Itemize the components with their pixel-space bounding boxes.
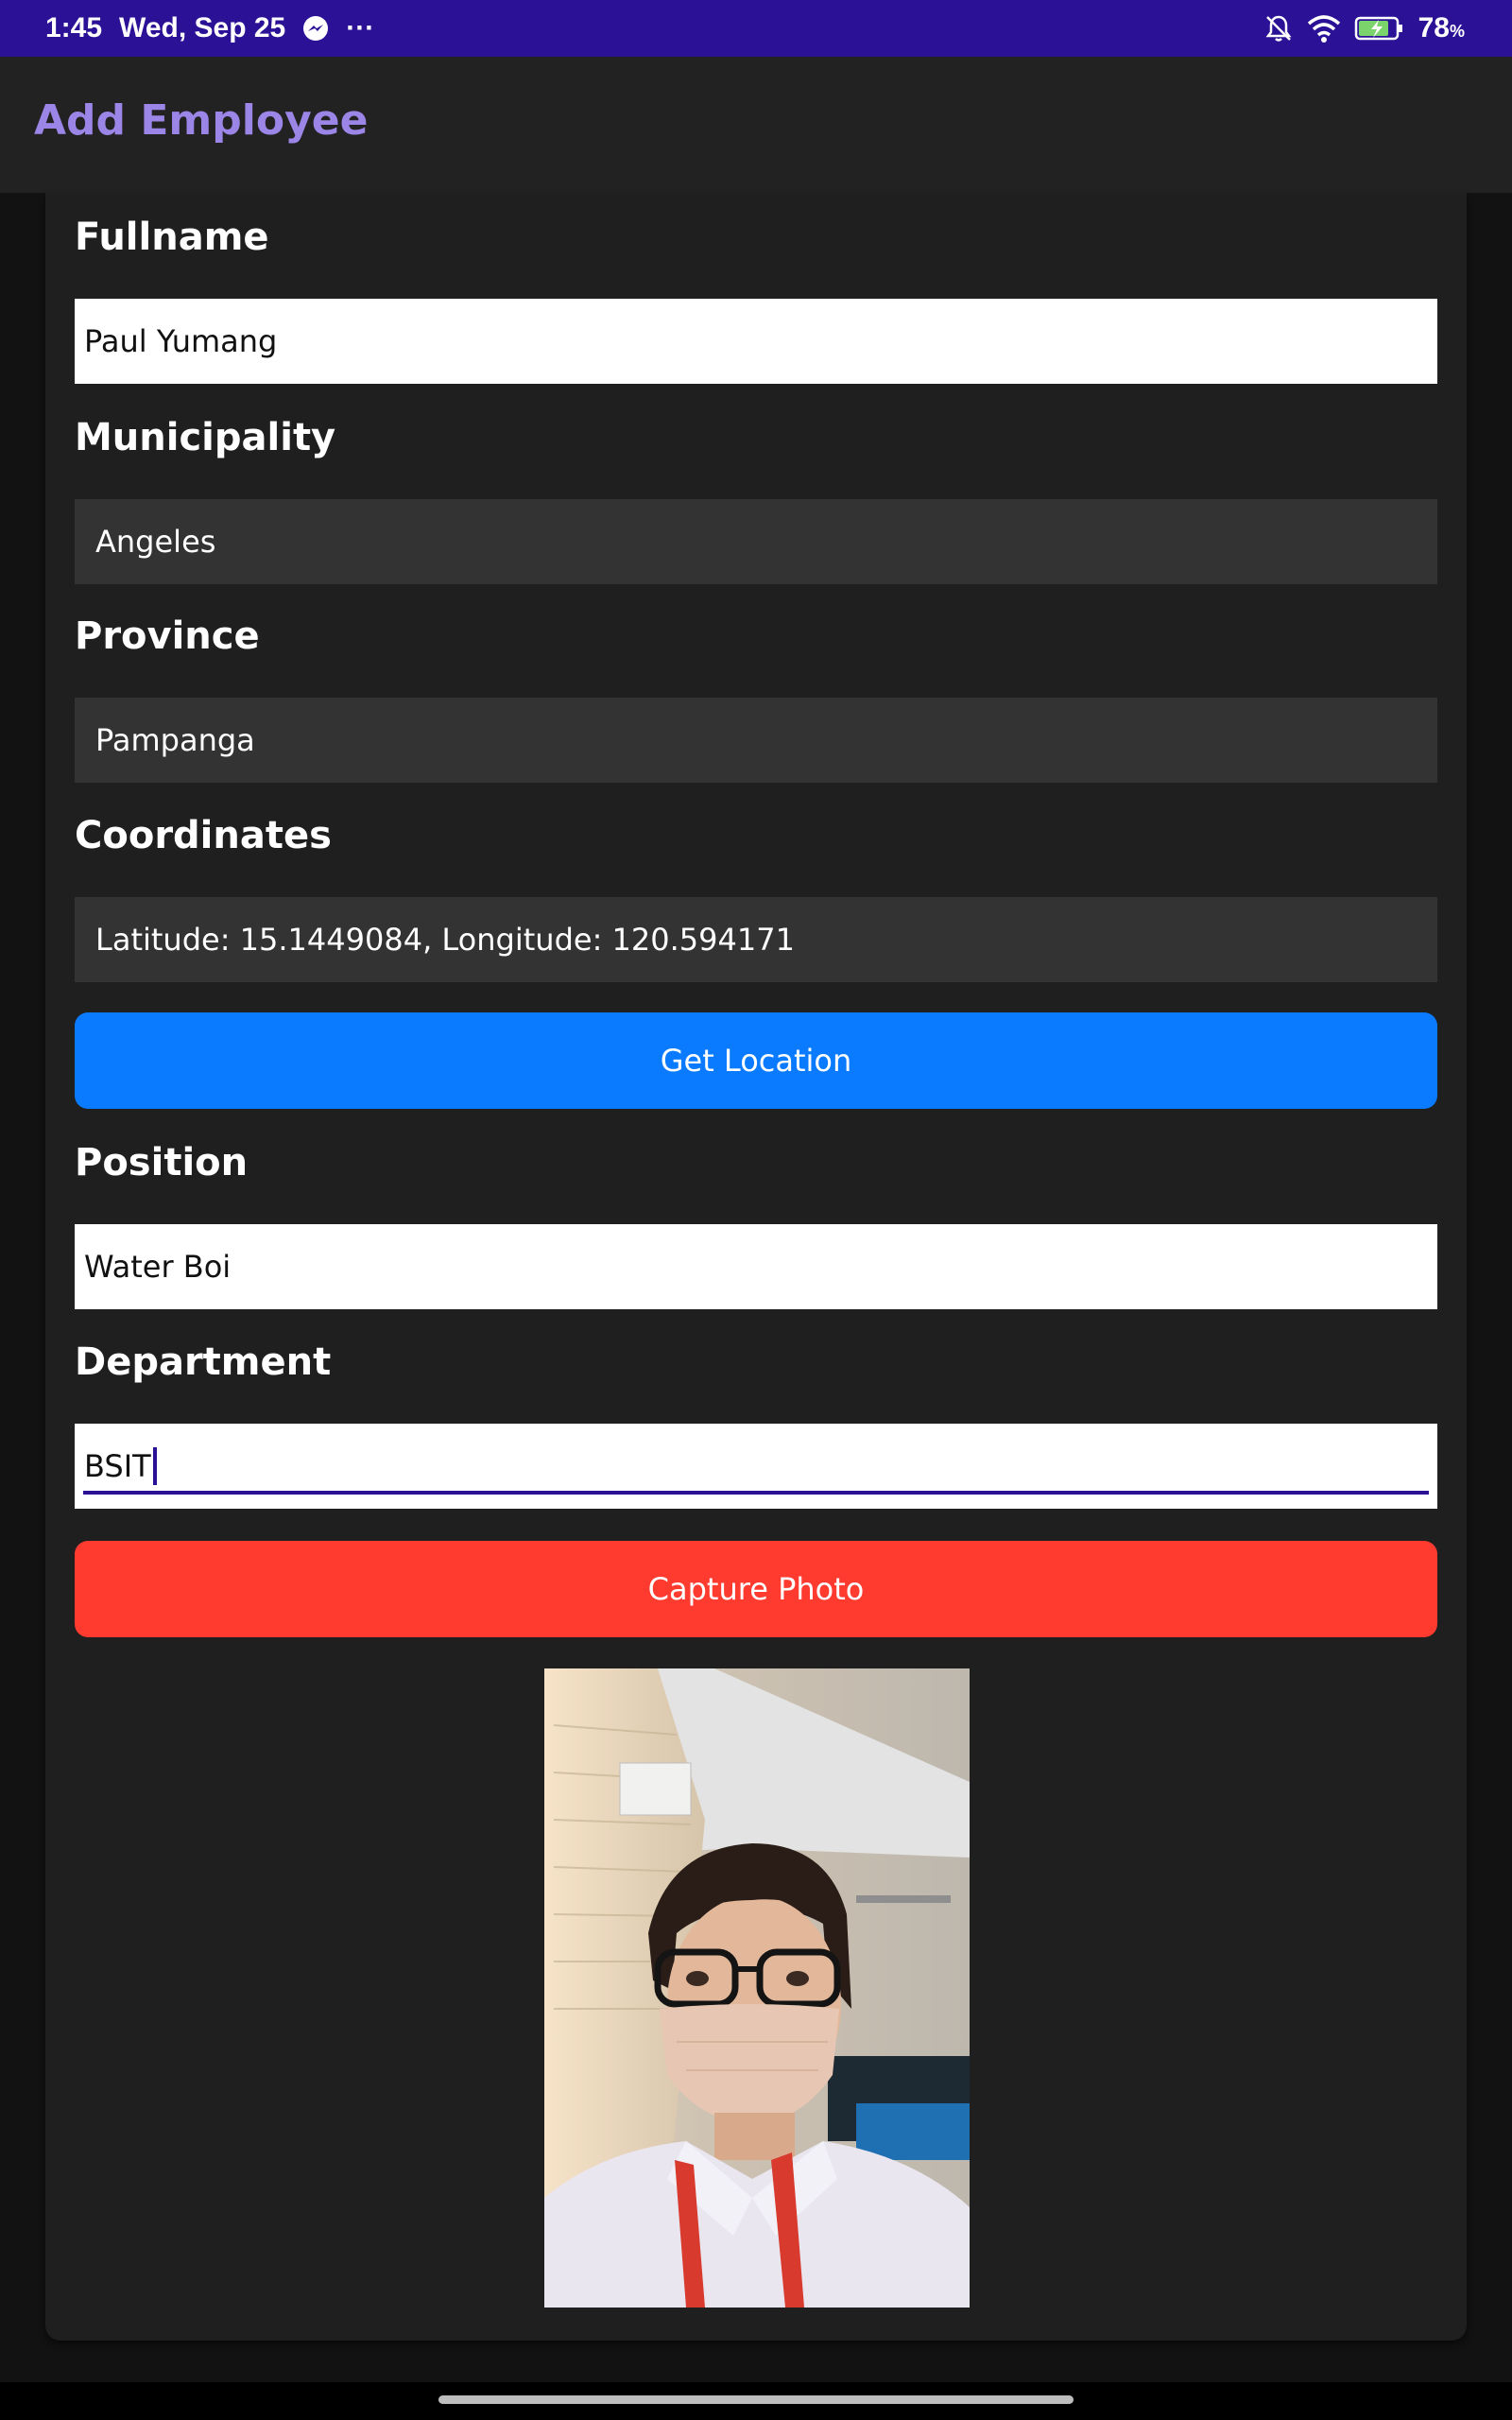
- battery-charging-icon: [1354, 15, 1405, 42]
- status-bar: 1:45 Wed, Sep 25 ··· 78%: [0, 0, 1512, 57]
- status-more-indicator: ···: [346, 12, 375, 43]
- position-value: Water Boi: [84, 1249, 232, 1285]
- system-navigation-bar: [0, 2382, 1512, 2420]
- gesture-handle[interactable]: [438, 2395, 1074, 2404]
- fullname-label: Fullname: [75, 216, 269, 259]
- municipality-field: Angeles: [75, 499, 1437, 584]
- position-label: Position: [75, 1141, 249, 1184]
- position-input[interactable]: Water Boi: [75, 1224, 1437, 1309]
- coordinates-field: Latitude: 15.1449084, Longitude: 120.594…: [75, 897, 1437, 982]
- status-left: 1:45 Wed, Sep 25 ···: [45, 0, 374, 57]
- province-label: Province: [75, 614, 260, 658]
- captured-photo-image: [544, 1668, 970, 2308]
- wifi-icon: [1307, 14, 1341, 43]
- fullname-input[interactable]: Paul Yumang: [75, 299, 1437, 384]
- messenger-icon: [302, 15, 329, 42]
- captured-photo: [544, 1668, 970, 2308]
- department-input[interactable]: BSIT: [75, 1424, 1437, 1509]
- municipality-value: Angeles: [95, 524, 216, 560]
- app-bar: Add Employee: [0, 57, 1512, 193]
- focus-underline: [83, 1491, 1429, 1495]
- coordinates-value: Latitude: 15.1449084, Longitude: 120.594…: [95, 922, 795, 958]
- text-cursor: [152, 1447, 157, 1485]
- status-right: 78%: [1263, 0, 1465, 57]
- status-date: Wed, Sep 25: [119, 12, 286, 43]
- get-location-button[interactable]: Get Location: [75, 1012, 1437, 1109]
- province-value: Pampanga: [95, 722, 255, 758]
- province-field: Pampanga: [75, 698, 1437, 783]
- municipality-label: Municipality: [75, 416, 336, 459]
- notifications-off-icon: [1263, 13, 1294, 43]
- coordinates-label: Coordinates: [75, 814, 332, 857]
- capture-photo-button[interactable]: Capture Photo: [75, 1541, 1437, 1637]
- department-value: BSIT: [84, 1448, 151, 1484]
- battery-level: 78%: [1418, 12, 1465, 43]
- fullname-value: Paul Yumang: [84, 323, 278, 359]
- page-title: Add Employee: [34, 96, 369, 145]
- status-time: 1:45: [45, 12, 103, 43]
- department-label: Department: [75, 1340, 332, 1384]
